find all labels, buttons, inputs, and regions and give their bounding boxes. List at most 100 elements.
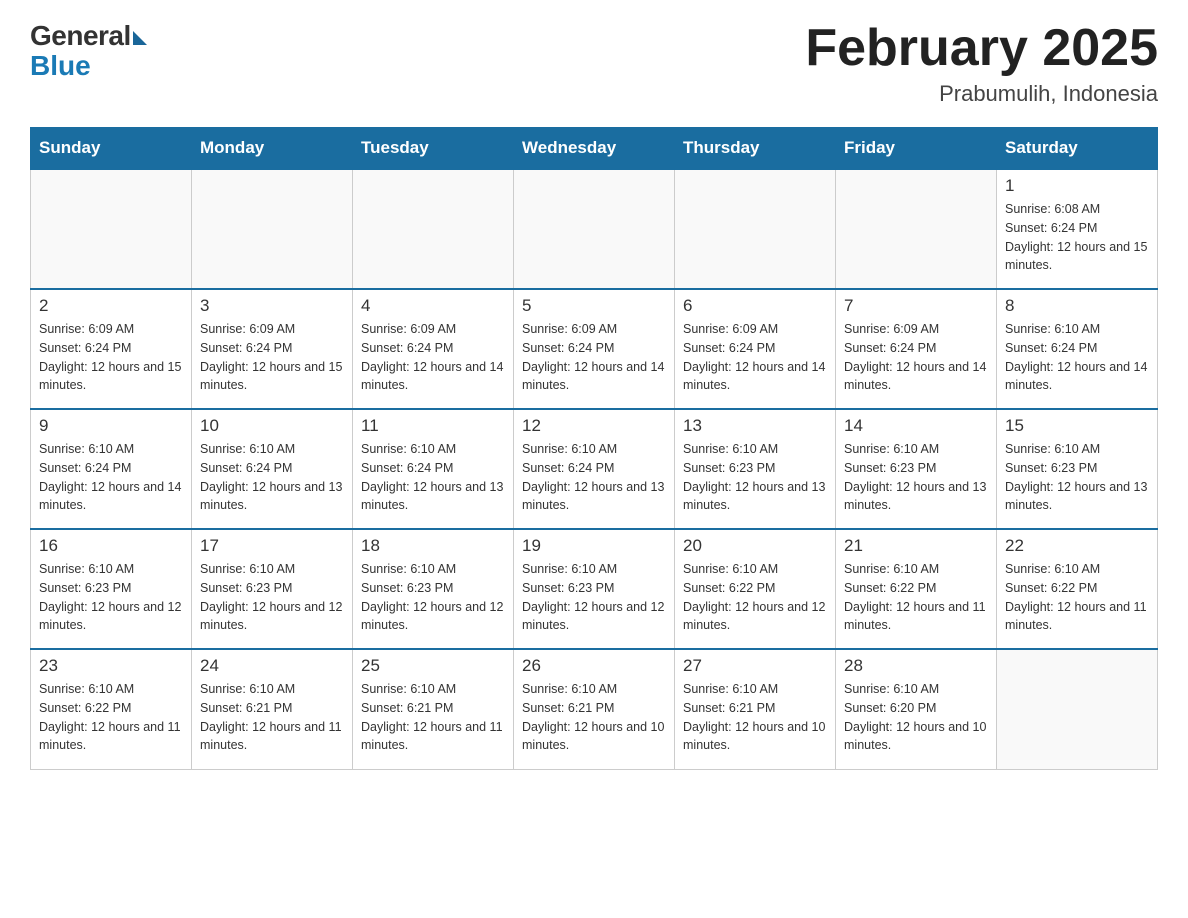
day-number: 24 (200, 656, 344, 676)
calendar-cell (836, 169, 997, 289)
calendar-cell: 1 Sunrise: 6:08 AM Sunset: 6:24 PM Daylig… (997, 169, 1158, 289)
day-number: 1 (1005, 176, 1149, 196)
logo: General Blue (30, 20, 147, 82)
calendar-cell: 10 Sunrise: 6:10 AM Sunset: 6:24 PM Dayli… (192, 409, 353, 529)
day-number: 20 (683, 536, 827, 556)
day-number: 5 (522, 296, 666, 316)
calendar-cell: 24 Sunrise: 6:10 AM Sunset: 6:21 PM Dayli… (192, 649, 353, 769)
weekday-header-tuesday: Tuesday (353, 128, 514, 170)
day-number: 27 (683, 656, 827, 676)
logo-general-text: General (30, 20, 131, 52)
calendar-week-row: 9 Sunrise: 6:10 AM Sunset: 6:24 PM Daylig… (31, 409, 1158, 529)
calendar-cell: 9 Sunrise: 6:10 AM Sunset: 6:24 PM Daylig… (31, 409, 192, 529)
location-text: Prabumulih, Indonesia (805, 81, 1158, 107)
day-info: Sunrise: 6:10 AM Sunset: 6:24 PM Dayligh… (361, 440, 505, 515)
calendar-cell: 13Sunrise: 6:10 AM Sunset: 6:23 PM Dayli… (675, 409, 836, 529)
day-number: 3 (200, 296, 344, 316)
day-number: 9 (39, 416, 183, 436)
day-info: Sunrise: 6:10 AM Sunset: 6:22 PM Dayligh… (1005, 560, 1149, 635)
day-number: 2 (39, 296, 183, 316)
day-info: Sunrise: 6:10 AM Sunset: 6:22 PM Dayligh… (683, 560, 827, 635)
day-info: Sunrise: 6:10 AM Sunset: 6:21 PM Dayligh… (522, 680, 666, 755)
day-info: Sunrise: 6:09 AM Sunset: 6:24 PM Dayligh… (200, 320, 344, 395)
weekday-header-saturday: Saturday (997, 128, 1158, 170)
day-number: 12 (522, 416, 666, 436)
calendar-cell (675, 169, 836, 289)
day-number: 8 (1005, 296, 1149, 316)
logo-arrow-icon (133, 31, 147, 45)
page-header: General Blue February 2025 Prabumulih, I… (30, 20, 1158, 107)
day-info: Sunrise: 6:10 AM Sunset: 6:23 PM Dayligh… (39, 560, 183, 635)
day-number: 7 (844, 296, 988, 316)
calendar-cell: 25 Sunrise: 6:10 AM Sunset: 6:21 PM Dayli… (353, 649, 514, 769)
calendar-cell: 18Sunrise: 6:10 AM Sunset: 6:23 PM Dayli… (353, 529, 514, 649)
day-info: Sunrise: 6:10 AM Sunset: 6:24 PM Dayligh… (39, 440, 183, 515)
calendar-cell: 5 Sunrise: 6:09 AM Sunset: 6:24 PM Daylig… (514, 289, 675, 409)
day-number: 17 (200, 536, 344, 556)
calendar-table: SundayMondayTuesdayWednesdayThursdayFrid… (30, 127, 1158, 770)
day-number: 28 (844, 656, 988, 676)
calendar-week-row: 16 Sunrise: 6:10 AM Sunset: 6:23 PM Dayli… (31, 529, 1158, 649)
calendar-cell (31, 169, 192, 289)
calendar-week-row: 2 Sunrise: 6:09 AM Sunset: 6:24 PM Daylig… (31, 289, 1158, 409)
day-number: 14 (844, 416, 988, 436)
calendar-cell: 11 Sunrise: 6:10 AM Sunset: 6:24 PM Dayli… (353, 409, 514, 529)
day-info: Sunrise: 6:09 AM Sunset: 6:24 PM Dayligh… (522, 320, 666, 395)
day-info: Sunrise: 6:10 AM Sunset: 6:24 PM Dayligh… (200, 440, 344, 515)
day-info: Sunrise: 6:10 AM Sunset: 6:21 PM Dayligh… (683, 680, 827, 755)
day-number: 10 (200, 416, 344, 436)
day-info: Sunrise: 6:09 AM Sunset: 6:24 PM Dayligh… (361, 320, 505, 395)
calendar-week-row: 1 Sunrise: 6:08 AM Sunset: 6:24 PM Daylig… (31, 169, 1158, 289)
calendar-cell: 7 Sunrise: 6:09 AM Sunset: 6:24 PM Daylig… (836, 289, 997, 409)
calendar-cell: 8 Sunrise: 6:10 AM Sunset: 6:24 PM Daylig… (997, 289, 1158, 409)
day-info: Sunrise: 6:10 AM Sunset: 6:20 PM Dayligh… (844, 680, 988, 755)
day-number: 25 (361, 656, 505, 676)
weekday-header-friday: Friday (836, 128, 997, 170)
calendar-cell: 16 Sunrise: 6:10 AM Sunset: 6:23 PM Dayli… (31, 529, 192, 649)
day-info: Sunrise: 6:10 AM Sunset: 6:24 PM Dayligh… (1005, 320, 1149, 395)
calendar-cell (192, 169, 353, 289)
calendar-cell: 2 Sunrise: 6:09 AM Sunset: 6:24 PM Daylig… (31, 289, 192, 409)
calendar-cell: 28 Sunrise: 6:10 AM Sunset: 6:20 PM Dayli… (836, 649, 997, 769)
day-info: Sunrise: 6:10 AM Sunset: 6:23 PM Dayligh… (361, 560, 505, 635)
calendar-cell (997, 649, 1158, 769)
calendar-cell: 17 Sunrise: 6:10 AM Sunset: 6:23 PM Dayli… (192, 529, 353, 649)
day-info: Sunrise: 6:10 AM Sunset: 6:21 PM Dayligh… (361, 680, 505, 755)
day-number: 15 (1005, 416, 1149, 436)
day-number: 21 (844, 536, 988, 556)
day-info: Sunrise: 6:10 AM Sunset: 6:24 PM Dayligh… (522, 440, 666, 515)
day-number: 16 (39, 536, 183, 556)
day-info: Sunrise: 6:09 AM Sunset: 6:24 PM Dayligh… (844, 320, 988, 395)
calendar-cell: 27 Sunrise: 6:10 AM Sunset: 6:21 PM Dayli… (675, 649, 836, 769)
day-info: Sunrise: 6:10 AM Sunset: 6:23 PM Dayligh… (200, 560, 344, 635)
calendar-cell: 19Sunrise: 6:10 AM Sunset: 6:23 PM Dayli… (514, 529, 675, 649)
day-info: Sunrise: 6:10 AM Sunset: 6:23 PM Dayligh… (844, 440, 988, 515)
calendar-cell (514, 169, 675, 289)
calendar-header-row: SundayMondayTuesdayWednesdayThursdayFrid… (31, 128, 1158, 170)
day-info: Sunrise: 6:09 AM Sunset: 6:24 PM Dayligh… (683, 320, 827, 395)
day-info: Sunrise: 6:10 AM Sunset: 6:23 PM Dayligh… (683, 440, 827, 515)
day-info: Sunrise: 6:10 AM Sunset: 6:23 PM Dayligh… (522, 560, 666, 635)
day-info: Sunrise: 6:10 AM Sunset: 6:21 PM Dayligh… (200, 680, 344, 755)
calendar-cell: 22 Sunrise: 6:10 AM Sunset: 6:22 PM Dayli… (997, 529, 1158, 649)
weekday-header-sunday: Sunday (31, 128, 192, 170)
calendar-cell: 15 Sunrise: 6:10 AM Sunset: 6:23 PM Dayli… (997, 409, 1158, 529)
day-info: Sunrise: 6:09 AM Sunset: 6:24 PM Dayligh… (39, 320, 183, 395)
day-number: 11 (361, 416, 505, 436)
calendar-cell: 26Sunrise: 6:10 AM Sunset: 6:21 PM Dayli… (514, 649, 675, 769)
day-number: 6 (683, 296, 827, 316)
day-info: Sunrise: 6:10 AM Sunset: 6:22 PM Dayligh… (39, 680, 183, 755)
calendar-cell: 20 Sunrise: 6:10 AM Sunset: 6:22 PM Dayli… (675, 529, 836, 649)
calendar-cell: 21Sunrise: 6:10 AM Sunset: 6:22 PM Dayli… (836, 529, 997, 649)
day-number: 22 (1005, 536, 1149, 556)
day-info: Sunrise: 6:08 AM Sunset: 6:24 PM Dayligh… (1005, 200, 1149, 275)
calendar-cell: 6 Sunrise: 6:09 AM Sunset: 6:24 PM Daylig… (675, 289, 836, 409)
day-info: Sunrise: 6:10 AM Sunset: 6:23 PM Dayligh… (1005, 440, 1149, 515)
title-section: February 2025 Prabumulih, Indonesia (805, 20, 1158, 107)
day-number: 4 (361, 296, 505, 316)
calendar-cell: 12 Sunrise: 6:10 AM Sunset: 6:24 PM Dayli… (514, 409, 675, 529)
weekday-header-thursday: Thursday (675, 128, 836, 170)
weekday-header-monday: Monday (192, 128, 353, 170)
calendar-cell: 23Sunrise: 6:10 AM Sunset: 6:22 PM Dayli… (31, 649, 192, 769)
calendar-cell: 3 Sunrise: 6:09 AM Sunset: 6:24 PM Daylig… (192, 289, 353, 409)
